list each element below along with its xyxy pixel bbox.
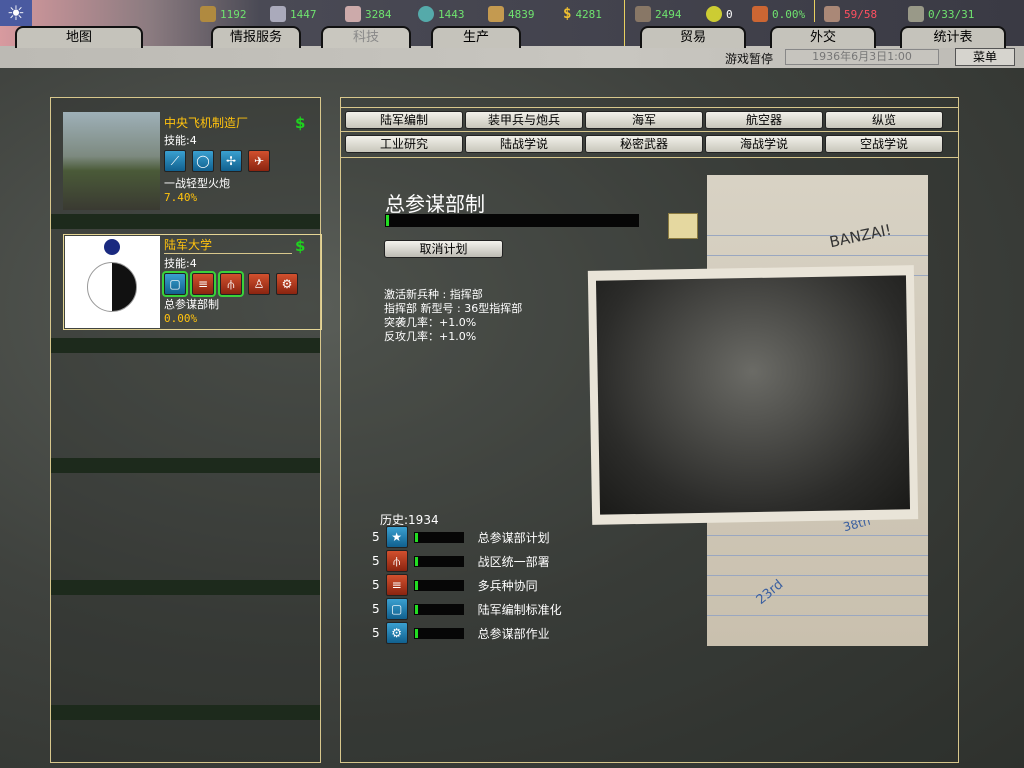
- tech-tab-industry[interactable]: 工业研究: [345, 135, 463, 153]
- metal-icon: [270, 6, 286, 22]
- tab-diplomacy[interactable]: 外交: [770, 26, 876, 48]
- team-name: 中央飞机制造厂: [164, 116, 249, 130]
- team-logo-yinyang: [65, 236, 160, 328]
- project-progress-bar: [385, 214, 639, 227]
- dissent: 0.00%: [752, 6, 805, 22]
- nation-flag-icon[interactable]: ☀: [0, 0, 32, 26]
- manpower: 2494: [635, 6, 682, 22]
- research-slot-2-selected[interactable]: 陆军大学 $ 技能:4 ▢ ≡ ⫛ ♙ ⚙ 总参谋部制 0.00%: [63, 234, 322, 330]
- tab-map[interactable]: 地图: [15, 26, 143, 48]
- manual-icon: ▢: [162, 271, 188, 297]
- oil-icon: [418, 6, 434, 22]
- tab-technology[interactable]: 科技: [321, 26, 411, 48]
- combined-arms-icon: ≡: [385, 574, 408, 596]
- combined-arms-icon: ≡: [190, 271, 216, 297]
- team-picture-aircraft: [63, 112, 160, 210]
- resource-money: $4281: [563, 6, 602, 22]
- dissent-fire-icon: [752, 6, 768, 22]
- nuclear: 0: [706, 6, 733, 22]
- tech-tab-naval-doctrine[interactable]: 海战学说: [705, 135, 823, 153]
- money-icon: $: [563, 6, 572, 22]
- tech-tab-land-doctrine[interactable]: 陆战学说: [465, 135, 583, 153]
- tech-tab-secret-weapons[interactable]: 秘密武器: [585, 135, 703, 153]
- historical-photo: [587, 265, 919, 525]
- funding-icon: $: [295, 237, 306, 255]
- command-structure-icon: ⫛: [385, 550, 408, 572]
- team-project: 一战轻型火炮: [164, 177, 230, 190]
- resource-energy: 1192: [200, 6, 247, 22]
- team-skill: 技能:4: [164, 134, 197, 147]
- cancel-project-button[interactable]: 取消计划: [384, 240, 503, 258]
- game-paused-label: 游戏暂停: [725, 52, 774, 66]
- menu-button[interactable]: 菜单: [955, 48, 1015, 66]
- command-structure-icon: ⫛: [218, 271, 244, 297]
- gears-icon: ⚙: [385, 622, 408, 644]
- team-project: 总参谋部制: [164, 298, 219, 311]
- component-row: 5 ★ 总参谋部计划: [372, 526, 550, 548]
- star-icon: ★: [385, 526, 408, 548]
- manual-icon: ▢: [385, 598, 408, 620]
- convoy-icon: [824, 6, 840, 22]
- date-display: 1936年6月3日1:00: [785, 49, 939, 65]
- team-progress: 7.40%: [164, 191, 198, 204]
- tech-tab-naval[interactable]: 海军: [585, 111, 703, 129]
- resource-oil: 1443: [418, 6, 465, 22]
- aircraft-icon: ✈: [248, 150, 270, 172]
- funding-icon: $: [295, 114, 306, 132]
- convoys: 59/58: [824, 6, 877, 22]
- resource-rare: 3284: [345, 6, 392, 22]
- tech-tab-air-doctrine[interactable]: 空战学说: [825, 135, 943, 153]
- divisions: 0/33/31: [908, 6, 974, 22]
- nuclear-icon: [706, 6, 722, 22]
- soldier-icon: ♙: [248, 273, 270, 295]
- artillery-icon: ⟋: [164, 150, 186, 172]
- component-row: 5 ⫛ 战区统一部署: [372, 550, 550, 572]
- tab-production[interactable]: 生产: [431, 26, 521, 48]
- rare-materials-icon: [345, 6, 361, 22]
- component-row: 5 ▢ 陆军编制标准化: [372, 598, 562, 620]
- project-title: 总参谋部制: [385, 192, 485, 216]
- folder-icon[interactable]: [668, 213, 698, 239]
- component-row: 5 ≡ 多兵种协同: [372, 574, 538, 596]
- tech-tab-armor-artillery[interactable]: 装甲兵与炮兵: [465, 111, 583, 129]
- tech-tab-overview[interactable]: 纵览: [825, 111, 943, 129]
- team-name: 陆军大学: [164, 236, 292, 254]
- component-row: 5 ⚙ 总参谋部作业: [372, 622, 550, 644]
- tech-tab-infantry[interactable]: 陆军编制: [345, 111, 463, 129]
- tech-tab-aircraft[interactable]: 航空器: [705, 111, 823, 129]
- manpower-icon: [635, 6, 651, 22]
- division-icon: [908, 6, 924, 22]
- tab-trade[interactable]: 贸易: [640, 26, 746, 48]
- team-progress: 0.00%: [164, 312, 198, 325]
- research-slot-1[interactable]: 中央飞机制造厂 $ 技能:4 ⟋ ◯ ✢ ✈ 一战轻型火炮 7.40%: [63, 112, 333, 210]
- propeller-icon: ✢: [220, 150, 242, 172]
- team-skill: 技能:4: [164, 257, 197, 270]
- project-effects: 激活新兵种 : 指挥部 指挥部 新型号 : 36型指挥部 突袭几率：+1.0% …: [384, 288, 523, 343]
- resource-metal: 1447: [270, 6, 317, 22]
- resource-supplies: 4839: [488, 6, 535, 22]
- supplies-icon: [488, 6, 504, 22]
- lightbulb-icon: ◯: [192, 150, 214, 172]
- tab-intelligence[interactable]: 情报服务: [211, 26, 301, 48]
- tab-statistics[interactable]: 统计表: [900, 26, 1006, 48]
- energy-icon: [200, 6, 216, 22]
- equipment-icon: ⚙: [276, 273, 298, 295]
